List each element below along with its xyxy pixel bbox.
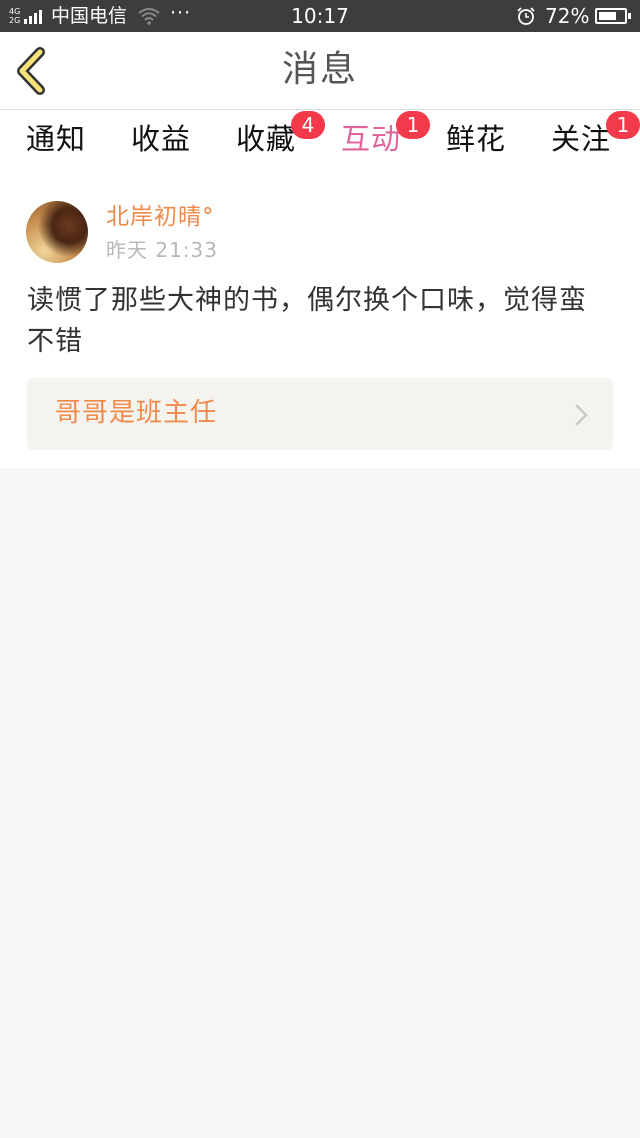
tab-label: 互动 xyxy=(341,122,402,156)
tab-label: 关注 xyxy=(551,122,612,156)
tab-flowers[interactable]: 鲜花 xyxy=(446,118,506,168)
tab-bar: 通知 收益 收藏 4 互动 1 鲜花 关注 1 xyxy=(0,110,640,176)
unread-badge: 4 xyxy=(291,111,325,139)
message-timestamp: 昨天 21:33 xyxy=(106,238,218,262)
message-comment: 读惯了那些大神的书，偶尔换个口味，觉得蛮不错 xyxy=(27,285,587,357)
tab-favorites[interactable]: 收藏 4 xyxy=(236,111,325,168)
tab-interactions[interactable]: 互动 1 xyxy=(341,111,430,176)
tab-label: 收益 xyxy=(131,122,192,156)
book-link-button[interactable]: 哥哥是班主任 xyxy=(27,378,613,450)
message-card: 北岸初晴° 昨天 21:33 读惯了那些大神的书，偶尔换个口味，觉得蛮不错 哥哥… xyxy=(0,170,640,468)
chevron-right-icon xyxy=(575,404,588,426)
avatar[interactable] xyxy=(26,201,88,263)
unread-badge: 1 xyxy=(606,111,640,139)
status-bar: 4G 2G 中国电信 ··· 10:17 72% xyxy=(0,0,640,32)
header: 消息 xyxy=(0,32,640,110)
alarm-icon xyxy=(517,7,535,25)
tab-label: 收藏 xyxy=(236,122,297,156)
tab-notifications[interactable]: 通知 xyxy=(26,118,86,168)
tab-earnings[interactable]: 收益 xyxy=(131,118,191,168)
username[interactable]: 北岸初晴° xyxy=(106,200,215,234)
book-title: 哥哥是班主任 xyxy=(55,398,218,428)
battery-percent: 72% xyxy=(545,4,590,28)
tab-label: 鲜花 xyxy=(446,122,507,156)
tab-label: 通知 xyxy=(26,122,87,156)
battery-icon xyxy=(595,8,631,24)
page-title: 消息 xyxy=(281,49,358,90)
unread-badge: 1 xyxy=(396,111,430,139)
clock: 10:17 xyxy=(291,4,349,28)
tab-following[interactable]: 关注 1 xyxy=(551,111,640,168)
